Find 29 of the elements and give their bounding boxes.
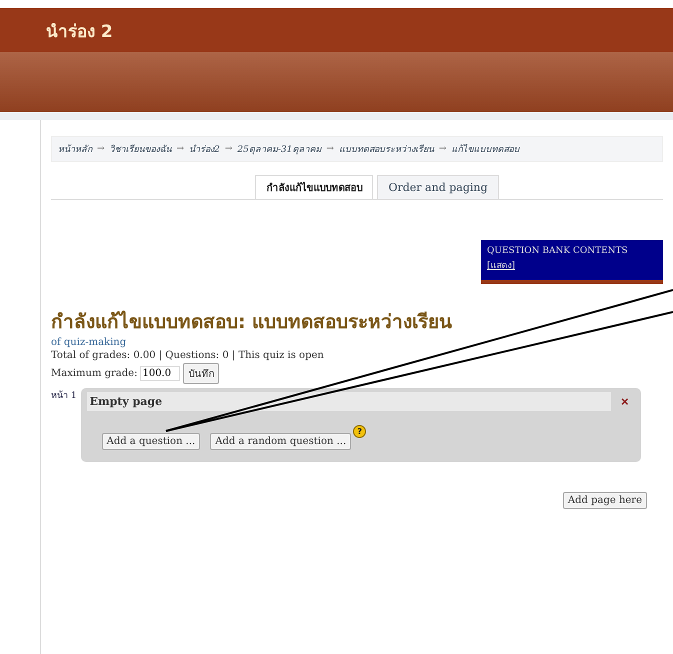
quiz-summary: Total of grades: 0.00 | Questions: 0 | This quiz is open — [51, 350, 325, 361]
page-label: หน้า 1 — [51, 390, 77, 403]
breadcrumb-link[interactable]: แบบทดสอบระหว่างเรียน — [338, 142, 434, 156]
breadcrumb-link[interactable]: วิชาเรียนของฉัน — [110, 142, 172, 156]
max-grade-input[interactable]: 100.0 — [140, 366, 180, 381]
breadcrumb-separator: → — [438, 144, 446, 154]
tab[interactable]: กำลังแก้ไขแบบทดสอบ — [255, 175, 374, 199]
breadcrumb-separator: → — [97, 144, 105, 154]
site-title: นำร่อง 2 — [46, 20, 113, 44]
page-heading: กำลังแก้ไขแบบทดสอบ: แบบทดสอบระหว่างเรียน — [51, 310, 454, 335]
breadcrumb-separator: → — [176, 144, 184, 154]
quiz-link[interactable]: of quiz-making — [51, 337, 663, 348]
breadcrumb-separator: → — [224, 144, 232, 154]
page-title: Empty page — [86, 392, 611, 411]
breadcrumb-link[interactable]: หน้าหลัก — [58, 142, 92, 156]
add-page-button[interactable]: Add page here — [562, 492, 647, 509]
breadcrumb-separator: → — [326, 144, 334, 154]
add-question-button[interactable]: Add a question ... — [102, 433, 200, 450]
add-question-button[interactable]: Add a random question ... — [210, 433, 352, 450]
breadcrumb-link[interactable]: แก้ไขแบบทดสอบ — [451, 142, 520, 156]
max-grade-label: Maximum grade: — [51, 368, 138, 379]
breadcrumb-link[interactable]: นำร่อง2 — [189, 142, 220, 156]
save-button[interactable]: บันทึก — [183, 363, 220, 384]
question-bank-title: QUESTION BANK CONTENTS — [487, 246, 629, 256]
help-icon[interactable]: ? — [353, 425, 366, 438]
tab[interactable]: Order and paging — [377, 175, 499, 199]
breadcrumb-link[interactable]: 25ตุลาคม-31ตุลาคม — [237, 142, 322, 156]
show-link[interactable]: [แสดง] — [487, 258, 516, 272]
close-button[interactable]: × — [615, 394, 635, 409]
